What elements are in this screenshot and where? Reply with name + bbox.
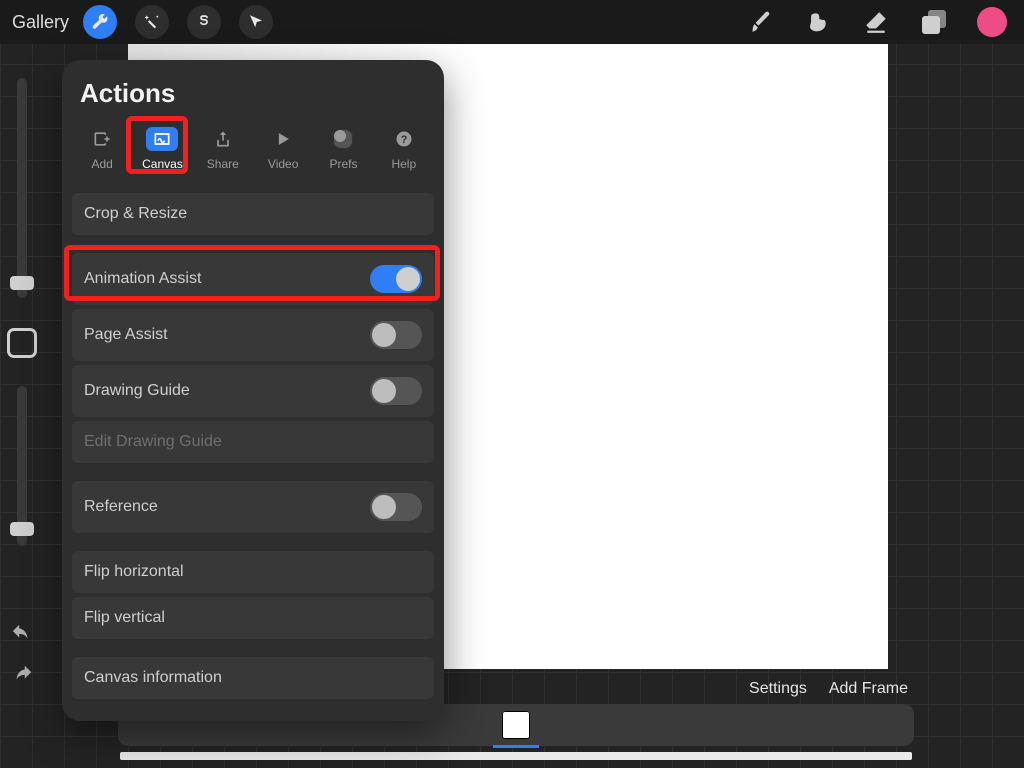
row-animation-assist[interactable]: Animation Assist: [72, 253, 434, 305]
layers-button[interactable]: [914, 2, 954, 42]
actions-button[interactable]: [83, 5, 117, 39]
tab-label: Canvas: [142, 157, 183, 171]
undo-icon: [11, 622, 33, 644]
row-label: Crop & Resize: [84, 205, 187, 223]
toggle-drawing-guide[interactable]: [370, 377, 422, 405]
tab-label: Share: [207, 157, 239, 171]
row-label: Flip horizontal: [84, 563, 184, 581]
tab-prefs[interactable]: Prefs: [313, 121, 373, 177]
selection-button[interactable]: [187, 5, 221, 39]
brush-icon: [747, 9, 773, 35]
selection-s-icon: [195, 13, 213, 31]
share-icon: [213, 129, 233, 149]
row-label: Canvas information: [84, 669, 222, 687]
redo-icon: [11, 663, 33, 685]
frame-thumb-1[interactable]: [502, 711, 530, 739]
popover-title: Actions: [62, 78, 444, 121]
toggle-reference[interactable]: [370, 493, 422, 521]
tab-share[interactable]: Share: [193, 121, 253, 177]
row-flip-horizontal[interactable]: Flip horizontal: [72, 551, 434, 593]
prefs-toggle-icon: [333, 129, 353, 149]
row-label: Edit Drawing Guide: [84, 433, 222, 451]
smudge-icon: [805, 9, 831, 35]
tab-video[interactable]: Video: [253, 121, 313, 177]
wand-icon: [143, 13, 161, 31]
gallery-link[interactable]: Gallery: [12, 12, 69, 33]
tab-canvas[interactable]: Canvas: [132, 121, 192, 177]
row-label: Page Assist: [84, 326, 168, 344]
tab-label: Prefs: [329, 157, 357, 171]
row-label: Drawing Guide: [84, 382, 190, 400]
layers-icon: [922, 10, 946, 34]
add-frame-button[interactable]: Add Frame: [829, 680, 908, 698]
brush-tool[interactable]: [740, 2, 780, 42]
wrench-icon: [91, 13, 109, 31]
brush-size-slider[interactable]: [17, 78, 27, 298]
help-icon: ?: [394, 129, 414, 149]
row-reference[interactable]: Reference: [72, 481, 434, 533]
current-color-swatch: [977, 7, 1007, 37]
eraser-tool[interactable]: [856, 2, 896, 42]
row-label: Flip vertical: [84, 609, 165, 627]
top-toolbar: Gallery: [0, 0, 1024, 44]
eraser-icon: [863, 9, 889, 35]
color-picker[interactable]: [972, 2, 1012, 42]
row-label: Reference: [84, 498, 158, 516]
transform-button[interactable]: [239, 5, 273, 39]
smudge-tool[interactable]: [798, 2, 838, 42]
canvas-icon: [152, 129, 172, 149]
actions-popover: Actions Add Canvas Share Video Prefs ? H…: [62, 60, 444, 721]
row-drawing-guide[interactable]: Drawing Guide: [72, 365, 434, 417]
row-canvas-information[interactable]: Canvas information: [72, 657, 434, 699]
row-edit-drawing-guide: Edit Drawing Guide: [72, 421, 434, 463]
row-page-assist[interactable]: Page Assist: [72, 309, 434, 361]
tab-label: Add: [91, 157, 112, 171]
video-play-icon: [273, 129, 293, 149]
redo-button[interactable]: [11, 663, 33, 690]
row-crop-resize[interactable]: Crop & Resize: [72, 193, 434, 235]
toggle-animation-assist[interactable]: [370, 265, 422, 293]
brush-opacity-slider[interactable]: [17, 386, 27, 546]
animation-settings-button[interactable]: Settings: [749, 680, 807, 698]
current-frame-indicator: [493, 745, 539, 748]
actions-tabs: Add Canvas Share Video Prefs ? Help: [62, 121, 444, 187]
tab-help[interactable]: ? Help: [374, 121, 434, 177]
row-flip-vertical[interactable]: Flip vertical: [72, 597, 434, 639]
undo-button[interactable]: [11, 622, 33, 649]
row-label: Animation Assist: [84, 270, 201, 288]
adjustments-button[interactable]: [135, 5, 169, 39]
arrow-cursor-icon: [247, 13, 265, 31]
timeline-base: [120, 752, 912, 760]
add-icon: [92, 129, 112, 149]
toggle-page-assist[interactable]: [370, 321, 422, 349]
modify-button[interactable]: [7, 328, 37, 358]
tab-add[interactable]: Add: [72, 121, 132, 177]
svg-text:?: ?: [400, 134, 407, 146]
tab-label: Help: [391, 157, 416, 171]
tab-label: Video: [268, 157, 298, 171]
left-sidebar: [0, 60, 44, 698]
